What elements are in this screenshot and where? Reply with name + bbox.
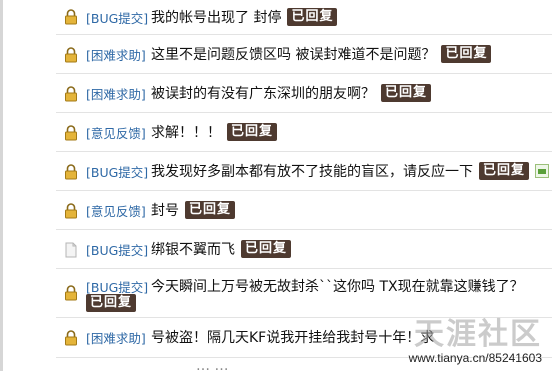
thread-category[interactable]: [BUG提交] — [86, 8, 148, 27]
replied-badge: 已回复 — [287, 8, 338, 26]
thread-category[interactable]: [意见反馈] — [86, 123, 146, 142]
lock-icon — [65, 285, 77, 301]
thread-category[interactable]: [困难求助] — [86, 328, 146, 347]
thread-category[interactable]: [意见反馈] — [86, 201, 146, 220]
thread-list: [BUG提交] 我的帐号出现了 封停 已回复 [困难求助] 这里不是问题反馈区吗… — [56, 0, 552, 378]
thread-category[interactable]: [困难求助] — [86, 45, 146, 64]
replied-badge: 已回复 — [479, 162, 530, 180]
replied-badge: 已回复 — [185, 201, 236, 219]
thread-title[interactable]: 绑银不翼而飞 — [151, 239, 235, 259]
image-attachment-icon — [535, 164, 550, 178]
thread-row[interactable]: [困难求助] 被误封的有没有广东深圳的朋友啊？ 已回复 — [56, 74, 552, 113]
replied-badge: 已回复 — [241, 240, 292, 258]
thread-row[interactable]: [意见反馈] 求解！！！ 已回复 — [56, 113, 552, 152]
replied-badge: 已回复 — [227, 123, 278, 141]
left-border — [0, 0, 3, 371]
thread-row[interactable]: [BUG提交] 我发现好多副本都有放不了技能的盲区，请反应一下 已回复 — [56, 152, 552, 191]
replied-badge: 已回复 — [86, 294, 137, 312]
lock-icon — [65, 164, 77, 180]
thread-category[interactable]: [BUG提交] — [86, 240, 148, 259]
thread-title[interactable]: 我发现好多副本都有放不了技能的盲区，请反应一下 — [151, 161, 473, 181]
lock-icon — [65, 47, 77, 63]
replied-badge: 已回复 — [381, 84, 432, 102]
thread-row[interactable]: [BUG提交] 我的帐号出现了 封停 已回复 — [56, 0, 552, 35]
thread-title[interactable]: 被误封的有没有广东深圳的朋友啊？ — [151, 83, 375, 103]
thread-title[interactable]: 我的帐号出现了 封停 — [151, 7, 281, 27]
thread-row[interactable]: [BUG提交] 今天瞬间上万号被无故封杀``这你吗 TX现在就靠这赚钱了？ 已回… — [56, 269, 552, 318]
lock-icon — [65, 86, 77, 102]
thread-row[interactable]: … … — [56, 358, 552, 378]
thread-title[interactable]: 这里不是问题反馈区吗 被误封难道不是问题？ — [151, 44, 435, 64]
thread-category[interactable]: [BUG提交] — [86, 162, 148, 181]
lock-icon — [65, 9, 77, 25]
thread-row[interactable]: [困难求助] 这里不是问题反馈区吗 被误封难道不是问题？ 已回复 — [56, 35, 552, 74]
lock-icon — [65, 330, 77, 346]
thread-row[interactable]: [困难求助] 号被盗！隔几天KF说我开挂给我封号十年！求 — [56, 318, 552, 358]
replied-badge: 已回复 — [441, 45, 492, 63]
thread-row[interactable]: [意见反馈] 封号 已回复 — [56, 191, 552, 230]
thread-title[interactable]: 求解！！！ — [151, 122, 221, 142]
thread-title[interactable]: 今天瞬间上万号被无故封杀``这你吗 TX现在就靠这赚钱了？ — [151, 276, 524, 296]
thread-title[interactable]: … … — [196, 358, 228, 374]
thread-title[interactable]: 封号 — [151, 200, 179, 220]
document-icon — [65, 242, 77, 258]
thread-row[interactable]: [BUG提交] 绑银不翼而飞 已回复 — [56, 230, 552, 269]
thread-category[interactable]: [困难求助] — [86, 84, 146, 103]
thread-title[interactable]: 号被盗！隔几天KF说我开挂给我封号十年！求 — [151, 327, 434, 347]
lock-icon — [65, 203, 77, 219]
lock-icon — [65, 125, 77, 141]
